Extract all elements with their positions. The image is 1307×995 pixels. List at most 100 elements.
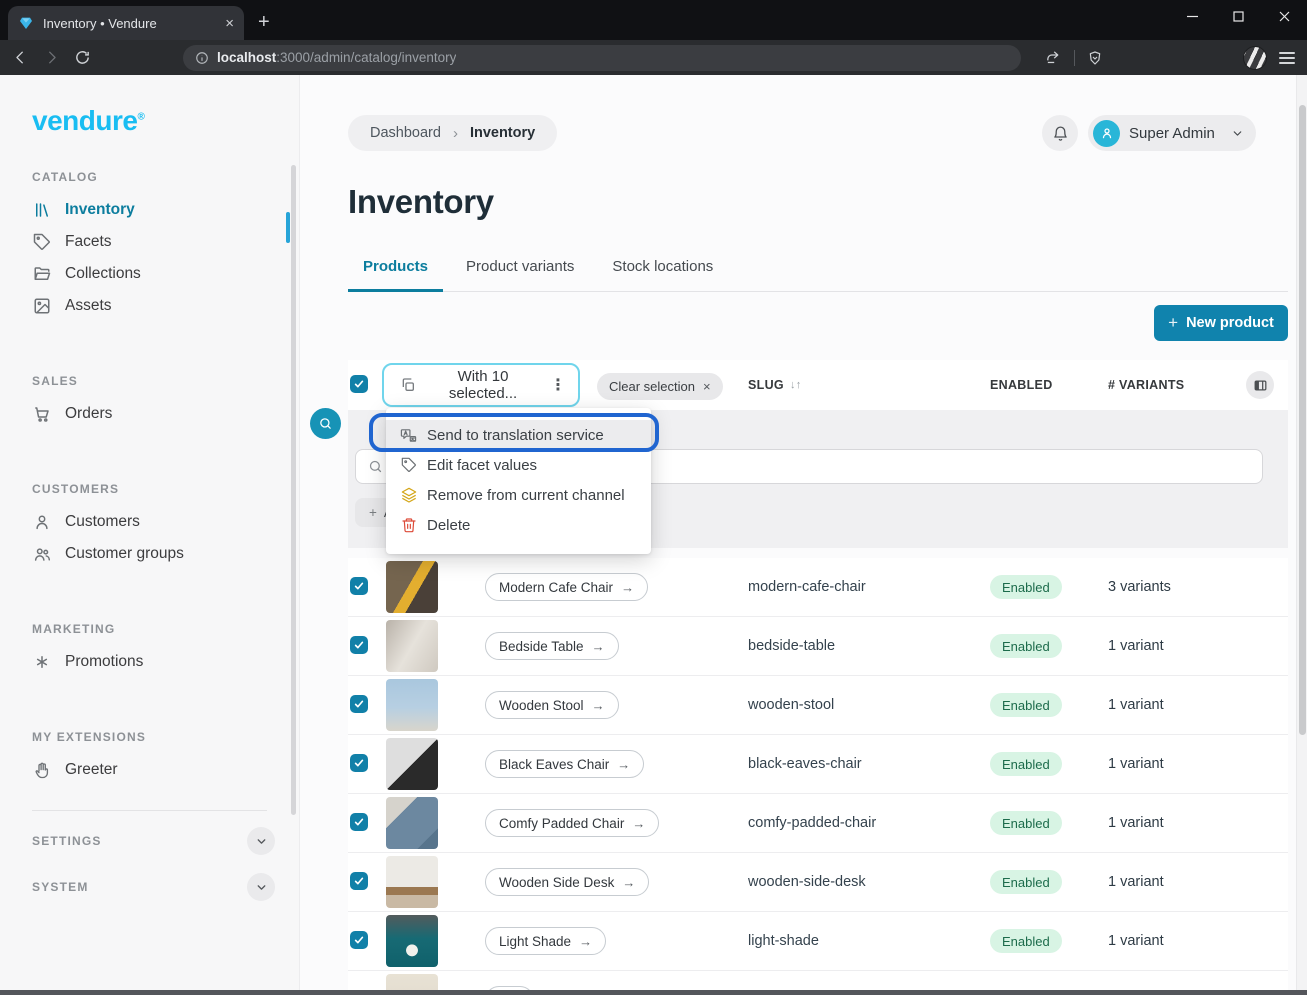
chevron-down-icon[interactable] (247, 827, 275, 855)
table-row[interactable]: Modern Cafe Chair→ modern-cafe-chair Ena… (348, 558, 1288, 617)
kebab-icon: ⋮ (550, 375, 566, 395)
browser-toolbar: localhost:3000/admin/catalog/inventory (0, 40, 1307, 75)
table-row[interactable]: Wooden Stool→ wooden-stool Enabled 1 var… (348, 676, 1288, 735)
row-checkbox[interactable] (350, 754, 368, 772)
product-name-link[interactable]: Light Shade→ (485, 927, 606, 955)
sidebar-item-greeter[interactable]: Greeter (32, 754, 275, 786)
page-scrollbar[interactable] (1296, 75, 1307, 990)
tag-icon (32, 233, 51, 251)
status-badge: Enabled (990, 575, 1062, 599)
breadcrumb-parent[interactable]: Dashboard (370, 125, 441, 141)
quick-search-button[interactable] (310, 408, 341, 439)
toolbar-separator (1074, 50, 1075, 66)
table-row[interactable]: Wooden Side Desk→ wooden-side-desk Enabl… (348, 853, 1288, 912)
row-checkbox[interactable] (350, 636, 368, 654)
row-checkbox[interactable] (350, 872, 368, 890)
breadcrumb[interactable]: Dashboard › Inventory (348, 115, 557, 151)
window-minimize-button[interactable] (1169, 0, 1215, 32)
arrow-right-icon: → (632, 816, 645, 831)
product-name-link[interactable]: Comfy Padded Chair→ (485, 809, 659, 837)
column-header-slug[interactable]: SLUG↓↑ (748, 378, 990, 392)
row-checkbox[interactable] (350, 813, 368, 831)
tab-product-variants[interactable]: Product variants (451, 255, 589, 291)
brave-shield-icon[interactable] (1087, 50, 1103, 66)
scrollbar-thumb[interactable] (1299, 105, 1306, 735)
back-button[interactable] (12, 49, 29, 66)
table-row[interactable]: → (348, 971, 1288, 990)
sidebar-item-collections[interactable]: Collections (32, 258, 275, 290)
table-row[interactable]: Bedside Table→ bedside-table Enabled 1 v… (348, 617, 1288, 676)
tab-products[interactable]: Products (348, 255, 443, 292)
table-header-row: SLUG↓↑ ENABLED # VARIANTS With 10 select… (348, 360, 1288, 410)
new-tab-button[interactable]: + (258, 12, 270, 32)
table-row[interactable]: Comfy Padded Chair→ comfy-padded-chair E… (348, 794, 1288, 853)
sidebar-item-assets[interactable]: Assets (32, 290, 275, 322)
tab-stock-locations[interactable]: Stock locations (597, 255, 728, 291)
product-image (386, 561, 438, 613)
variant-count: 1 variant (1108, 756, 1288, 772)
window-controls (1169, 0, 1307, 32)
browser-chrome: Inventory • Vendure × + (0, 0, 1307, 75)
sidebar-section-system[interactable]: SYSTEM (32, 871, 275, 903)
sidebar-item-customers[interactable]: Customers (32, 506, 275, 538)
new-product-button[interactable]: + New product (1154, 305, 1288, 341)
menu-item-delete[interactable]: Delete (386, 510, 651, 540)
sidebar-item-promotions[interactable]: Promotions (32, 646, 275, 678)
user-avatar (1093, 120, 1120, 147)
product-name-link[interactable]: Modern Cafe Chair→ (485, 573, 648, 601)
url-bar[interactable]: localhost:3000/admin/catalog/inventory (183, 45, 1021, 71)
column-settings-button[interactable] (1246, 371, 1274, 399)
browser-menu-icon[interactable] (1279, 52, 1295, 64)
user-menu[interactable]: Super Admin (1088, 115, 1256, 151)
product-slug: bedside-table (748, 638, 990, 654)
chevron-right-icon: › (453, 125, 458, 142)
sidebar-item-customer-groups[interactable]: Customer groups (32, 538, 275, 570)
nav-section-sales: SALES Orders (32, 374, 275, 430)
sidebar-item-inventory[interactable]: Inventory (32, 194, 275, 226)
tab-close-icon[interactable]: × (225, 15, 234, 32)
product-name-link[interactable]: Wooden Side Desk→ (485, 868, 649, 896)
menu-item-remove-from-channel[interactable]: Remove from current channel (386, 480, 651, 510)
browser-profile-avatar[interactable] (1243, 46, 1267, 70)
search-icon (318, 416, 333, 431)
reload-button[interactable] (74, 49, 91, 66)
sidebar-item-label: Greeter (65, 761, 118, 779)
section-label: MY EXTENSIONS (32, 730, 275, 744)
share-icon[interactable] (1045, 49, 1062, 66)
product-slug: black-eaves-chair (748, 756, 990, 772)
plus-icon: + (369, 505, 377, 520)
browser-tab[interactable]: Inventory • Vendure × (8, 6, 244, 40)
clear-selection-button[interactable]: Clear selection × (597, 373, 723, 400)
window-close-button[interactable] (1261, 0, 1307, 32)
row-checkbox[interactable] (350, 695, 368, 713)
sort-icon[interactable]: ↓↑ (790, 379, 802, 391)
chevron-down-icon[interactable] (247, 873, 275, 901)
layers-icon (400, 487, 417, 503)
vendure-logo: vendure® (0, 75, 299, 137)
product-name-link[interactable]: Black Eaves Chair→ (485, 750, 644, 778)
library-icon (32, 201, 51, 219)
sidebar-scrollbar[interactable] (291, 165, 296, 815)
select-all-checkbox[interactable] (350, 375, 368, 393)
menu-item-send-to-translation[interactable]: Send to translation service (386, 420, 651, 450)
menu-item-edit-facet-values[interactable]: Edit facet values (386, 450, 651, 480)
sidebar-item-orders[interactable]: Orders (32, 398, 275, 430)
column-header-enabled[interactable]: ENABLED (990, 378, 1108, 392)
site-info-icon[interactable] (195, 51, 209, 65)
sidebar-item-label: Assets (65, 297, 112, 315)
sidebar-item-facets[interactable]: Facets (32, 226, 275, 258)
product-name-link[interactable]: Bedside Table→ (485, 632, 619, 660)
bulk-actions-button[interactable]: With 10 selected... ⋮ (382, 363, 580, 407)
notifications-button[interactable] (1042, 115, 1078, 151)
tag-icon (400, 457, 417, 473)
sidebar-section-settings[interactable]: SETTINGS (32, 825, 275, 857)
table-row[interactable]: Black Eaves Chair→ black-eaves-chair Ena… (348, 735, 1288, 794)
table-row[interactable]: Light Shade→ light-shade Enabled 1 varia… (348, 912, 1288, 971)
product-name-link[interactable]: Wooden Stool→ (485, 691, 619, 719)
nav-section-my-extensions: MY EXTENSIONS Greeter (32, 730, 275, 786)
row-checkbox[interactable] (350, 577, 368, 595)
forward-button[interactable] (43, 49, 60, 66)
window-maximize-button[interactable] (1215, 0, 1261, 32)
row-checkbox[interactable] (350, 931, 368, 949)
vendure-favicon (18, 15, 34, 31)
